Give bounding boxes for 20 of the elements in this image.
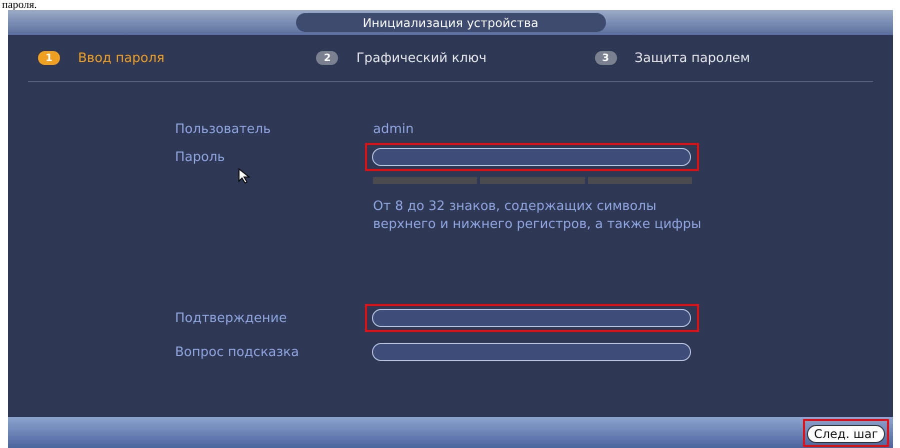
field-label: Подтверждение bbox=[175, 310, 288, 326]
step-label: Защита паролем bbox=[634, 50, 750, 66]
hint-text: От 8 до 32 знаков, содержащих символы bbox=[372, 198, 658, 216]
field-label: Пользователь bbox=[175, 122, 272, 137]
step-number: 2 bbox=[316, 51, 338, 65]
caption-text: пароля. bbox=[1, 0, 38, 10]
step-label: Графический ключ bbox=[356, 50, 487, 66]
mouse-cursor-icon bbox=[238, 168, 250, 184]
input-field[interactable] bbox=[372, 309, 691, 327]
step-label: Ввод пароля bbox=[78, 50, 164, 66]
field-label: Пароль bbox=[175, 150, 226, 164]
window-title: Инициализация устройства bbox=[296, 13, 606, 32]
username-value: admin bbox=[372, 122, 415, 137]
step-number: 3 bbox=[594, 51, 617, 65]
password-field[interactable] bbox=[372, 148, 691, 166]
input-field[interactable] bbox=[372, 343, 691, 361]
next-step-button[interactable]: След. шаг bbox=[807, 424, 885, 442]
field-label: Вопрос подсказка bbox=[175, 344, 300, 360]
step-number: 1 bbox=[38, 51, 60, 65]
hint-text: верхнего и нижнего регистров, а также цифры bbox=[372, 216, 702, 234]
